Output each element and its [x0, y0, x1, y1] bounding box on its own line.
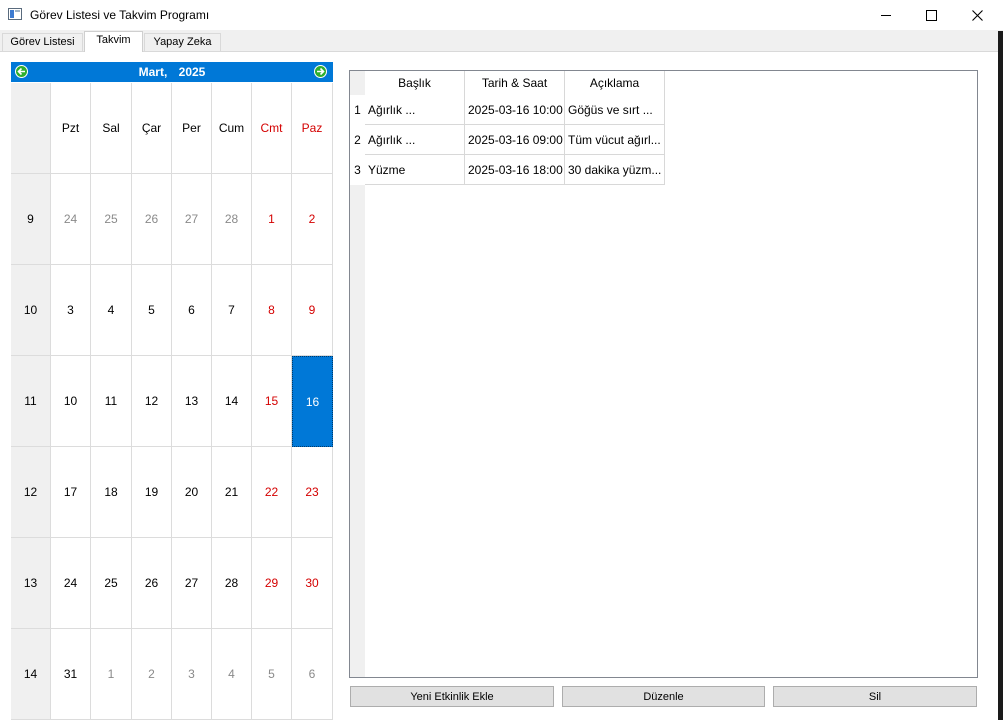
table-cell[interactable]: Ağırlık ... — [365, 95, 465, 125]
day-header: Cmt — [252, 83, 292, 174]
calendar: Mart, 2025 Pzt Sal Çar Per Cum Cmt Paz 9 24 25 26 2… — [11, 62, 333, 720]
tab-yapay-zeka[interactable]: Yapay Zeka — [144, 33, 221, 51]
edit-event-button[interactable]: Düzenle — [562, 686, 765, 707]
calendar-day[interactable]: 6 — [172, 265, 212, 356]
calendar-day[interactable]: 6 — [292, 629, 333, 720]
calendar-day[interactable]: 4 — [91, 265, 132, 356]
day-header: Pzt — [51, 83, 91, 174]
calendar-corner — [11, 83, 51, 174]
calendar-day[interactable]: 28 — [212, 538, 252, 629]
calendar-month-year: Mart, 2025 — [11, 62, 333, 82]
year-selector[interactable]: 2025 — [179, 65, 206, 79]
calendar-day[interactable]: 8 — [252, 265, 292, 356]
table-cell[interactable]: Yüzme — [365, 155, 465, 185]
calendar-day[interactable]: 18 — [91, 447, 132, 538]
calendar-day[interactable]: 27 — [172, 174, 212, 265]
maximize-button[interactable] — [908, 0, 954, 30]
day-header: Per — [172, 83, 212, 174]
calendar-day[interactable]: 25 — [91, 538, 132, 629]
table-cell[interactable]: Ağırlık ... — [365, 125, 465, 155]
calendar-day[interactable]: 24 — [51, 174, 91, 265]
calendar-day[interactable]: 19 — [132, 447, 172, 538]
table-cell[interactable]: 2025-03-16 18:00 — [465, 155, 565, 185]
calendar-day[interactable]: 28 — [212, 174, 252, 265]
prev-month-button[interactable] — [15, 65, 28, 78]
calendar-day[interactable]: 5 — [132, 265, 172, 356]
table-cell[interactable]: Göğüs ve sırt ... — [565, 95, 665, 125]
week-number: 12 — [11, 447, 51, 538]
week-number: 10 — [11, 265, 51, 356]
calendar-day[interactable]: 2 — [132, 629, 172, 720]
row-number[interactable]: 1 — [350, 95, 365, 125]
calendar-nav-bar: Mart, 2025 — [11, 62, 333, 82]
calendar-day[interactable]: 15 — [252, 356, 292, 447]
tab-takvim[interactable]: Takvim — [84, 31, 143, 52]
day-header: Paz — [292, 83, 333, 174]
window-title: Görev Listesi ve Takvim Programı — [30, 8, 210, 22]
calendar-day[interactable]: 20 — [172, 447, 212, 538]
window-edge — [998, 31, 1003, 720]
calendar-day[interactable]: 7 — [212, 265, 252, 356]
calendar-day[interactable]: 16 — [292, 356, 333, 447]
week-number: 9 — [11, 174, 51, 265]
calendar-day[interactable]: 2 — [292, 174, 333, 265]
maximize-icon — [925, 9, 937, 21]
day-header: Sal — [91, 83, 132, 174]
tab-gorev-listesi[interactable]: Görev Listesi — [2, 33, 83, 51]
calendar-day[interactable]: 12 — [132, 356, 172, 447]
calendar-day[interactable]: 11 — [91, 356, 132, 447]
table-cell[interactable]: 2025-03-16 09:00 — [465, 125, 565, 155]
week-number: 14 — [11, 629, 51, 720]
calendar-day[interactable]: 13 — [172, 356, 212, 447]
calendar-day[interactable]: 4 — [212, 629, 252, 720]
calendar-day[interactable]: 3 — [51, 265, 91, 356]
close-button[interactable] — [954, 0, 1000, 30]
column-header[interactable]: Başlık — [365, 71, 465, 95]
calendar-day[interactable]: 3 — [172, 629, 212, 720]
events-table[interactable]: Başlık Tarih & Saat Açıklama 1 Ağırlık ... 20… — [349, 70, 978, 678]
calendar-day[interactable]: 1 — [91, 629, 132, 720]
table-cell[interactable]: 30 dakika yüzm... — [565, 155, 665, 185]
title-bar: Görev Listesi ve Takvim Programı — [0, 0, 1003, 30]
minimize-icon — [881, 14, 891, 16]
table-cell[interactable]: 2025-03-16 10:00 — [465, 95, 565, 125]
calendar-day[interactable]: 30 — [292, 538, 333, 629]
calendar-day[interactable]: 10 — [51, 356, 91, 447]
app-icon — [8, 8, 22, 20]
calendar-day[interactable]: 31 — [51, 629, 91, 720]
minimize-button[interactable] — [863, 0, 909, 30]
week-number: 11 — [11, 356, 51, 447]
arrow-right-icon — [317, 67, 325, 76]
calendar-day[interactable]: 22 — [252, 447, 292, 538]
row-number[interactable]: 2 — [350, 125, 365, 155]
tab-bar: Görev Listesi Takvim Yapay Zeka — [0, 30, 1003, 52]
day-header: Çar — [132, 83, 172, 174]
column-header[interactable]: Açıklama — [565, 71, 665, 95]
calendar-day[interactable]: 1 — [252, 174, 292, 265]
calendar-day[interactable]: 27 — [172, 538, 212, 629]
calendar-day[interactable]: 9 — [292, 265, 333, 356]
column-header[interactable]: Tarih & Saat — [465, 71, 565, 95]
calendar-day[interactable]: 23 — [292, 447, 333, 538]
add-event-button[interactable]: Yeni Etkinlik Ekle — [350, 686, 554, 707]
calendar-day[interactable]: 21 — [212, 447, 252, 538]
calendar-day[interactable]: 5 — [252, 629, 292, 720]
next-month-button[interactable] — [314, 65, 327, 78]
close-icon — [971, 9, 983, 21]
calendar-day[interactable]: 24 — [51, 538, 91, 629]
table-cell[interactable]: Tüm vücut ağırl... — [565, 125, 665, 155]
day-header: Cum — [212, 83, 252, 174]
calendar-day[interactable]: 29 — [252, 538, 292, 629]
delete-event-button[interactable]: Sil — [773, 686, 977, 707]
week-number: 13 — [11, 538, 51, 629]
calendar-day[interactable]: 26 — [132, 174, 172, 265]
arrow-left-icon — [17, 67, 25, 76]
calendar-day[interactable]: 25 — [91, 174, 132, 265]
row-number[interactable]: 3 — [350, 155, 365, 185]
calendar-day[interactable]: 14 — [212, 356, 252, 447]
calendar-day[interactable]: 17 — [51, 447, 91, 538]
calendar-day[interactable]: 26 — [132, 538, 172, 629]
month-selector[interactable]: Mart, — [139, 65, 168, 79]
